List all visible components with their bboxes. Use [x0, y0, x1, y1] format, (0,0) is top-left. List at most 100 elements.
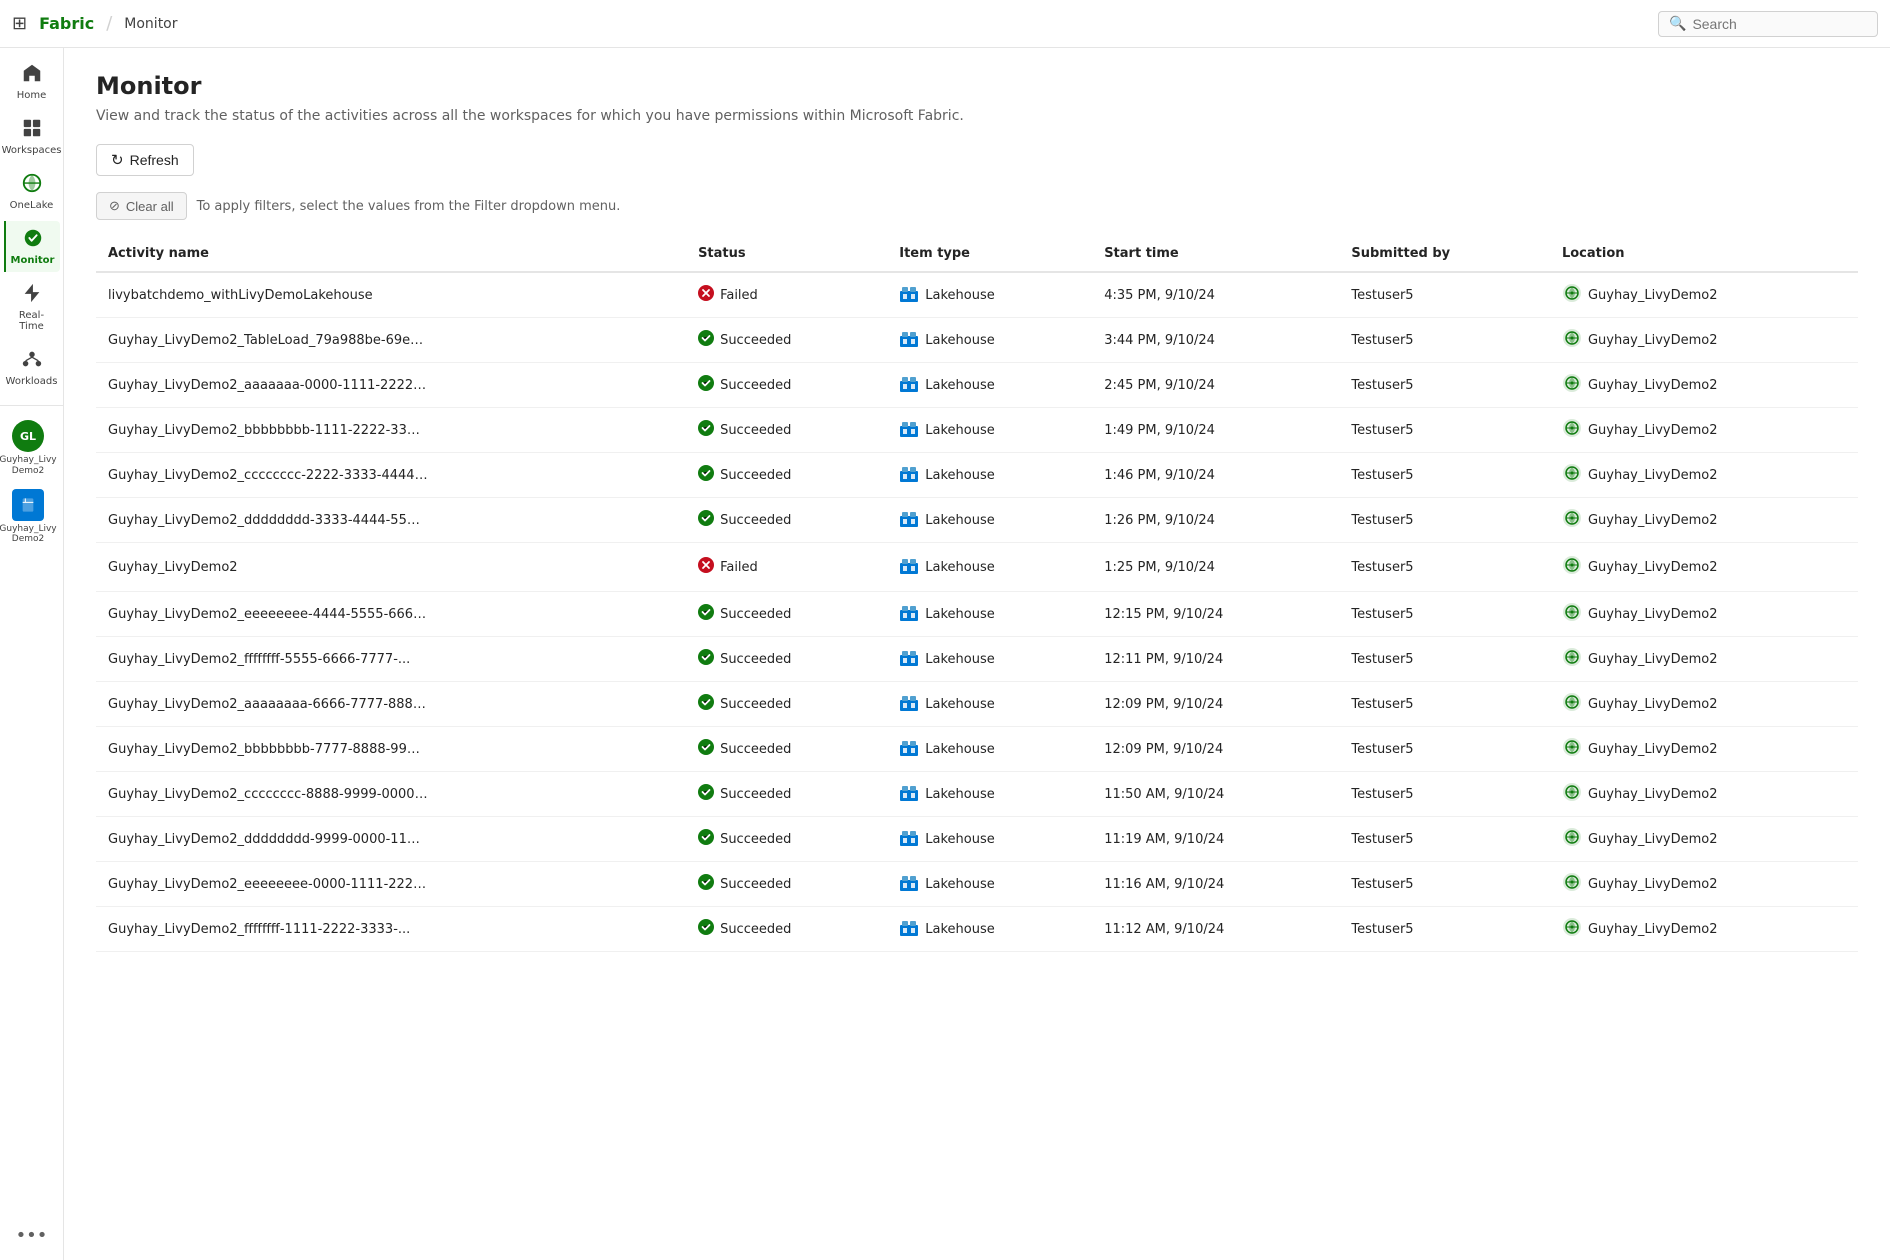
submitted-by-cell: Testuser5 — [1339, 592, 1550, 637]
activity-name[interactable]: Guyhay_LivyDemo2_TableLoad_79a988be-69e6… — [108, 333, 428, 348]
location-cell: Guyhay_LivyDemo2 — [1550, 408, 1858, 453]
location-text: Guyhay_LivyDemo2 — [1588, 513, 1718, 528]
activity-name[interactable]: Guyhay_LivyDemo2_ffffffff-5555-6666-7777… — [108, 652, 410, 667]
item-type-cell: Lakehouse — [887, 727, 1092, 772]
sidebar-item-guyhay-livy-demo2-file[interactable]: Guyhay_Livy Demo2 — [0, 483, 56, 552]
location-text: Guyhay_LivyDemo2 — [1588, 423, 1718, 438]
item-type-cell: Lakehouse — [887, 408, 1092, 453]
sidebar-item-monitor-label: Monitor — [11, 255, 55, 266]
success-icon — [698, 330, 714, 350]
location-text: Guyhay_LivyDemo2 — [1588, 288, 1718, 303]
breadcrumb-separator: / — [106, 13, 112, 34]
status-text: Succeeded — [720, 787, 791, 802]
onelake-icon — [21, 172, 43, 197]
activity-name[interactable]: Guyhay_LivyDemo2_ffffffff-1111-2222-3333… — [108, 922, 410, 937]
realtime-icon — [21, 282, 43, 307]
start-time-cell: 11:50 AM, 9/10/24 — [1092, 772, 1339, 817]
start-time-cell: 1:26 PM, 9/10/24 — [1092, 498, 1339, 543]
toolbar: ↻ Refresh — [96, 144, 1858, 176]
more-actions-button[interactable]: ••• — [276, 556, 301, 578]
table-row: Guyhay_LivyDemo2_eeeeeeee-4444-5555-6666… — [96, 592, 1858, 637]
item-type-cell: Lakehouse — [887, 637, 1092, 682]
location-icon — [1562, 692, 1582, 716]
activity-name-cell: Guyhay_LivyDemo2_dddddddd-9999-0000-1111… — [96, 817, 686, 862]
lakehouse-icon — [899, 328, 919, 352]
clear-all-button[interactable]: ⊘ Clear all — [96, 192, 187, 220]
activity-name[interactable]: Guyhay_LivyDemo2_bbbbbbbb-7777-8888-9999… — [108, 742, 428, 757]
lakehouse-icon — [899, 508, 919, 532]
start-time-cell: 1:49 PM, 9/10/24 — [1092, 408, 1339, 453]
search-icon: 🔍 — [1669, 16, 1686, 32]
status-cell: Succeeded — [686, 862, 887, 907]
submitted-by-cell: Testuser5 — [1339, 772, 1550, 817]
location-text: Guyhay_LivyDemo2 — [1588, 607, 1718, 622]
table-row: Guyhay_LivyDemo2_ffffffff-1111-2222-3333… — [96, 907, 1858, 952]
filter-hint: To apply filters, select the values from… — [197, 199, 621, 214]
sidebar-item-monitor[interactable]: Monitor — [4, 221, 60, 272]
lakehouse-icon — [899, 782, 919, 806]
activity-name[interactable]: Guyhay_LivyDemo2_eeeeeeee-4444-5555-6666… — [108, 607, 428, 622]
status-cell: Succeeded — [686, 907, 887, 952]
activity-name-cell: Guyhay_LivyDemo2_eeeeeeee-4444-5555-6666… — [96, 592, 686, 637]
location-icon — [1562, 463, 1582, 487]
start-time-cell: 11:19 AM, 9/10/24 — [1092, 817, 1339, 862]
location-cell: Guyhay_LivyDemo2 — [1550, 907, 1858, 952]
activity-name[interactable]: livybatchdemo_withLivyDemoLakehouse — [108, 288, 373, 303]
status-cell: Succeeded — [686, 637, 887, 682]
refresh-button[interactable]: ↻ Refresh — [96, 144, 194, 176]
lakehouse-icon — [899, 373, 919, 397]
submitted-by-cell: Testuser5 — [1339, 907, 1550, 952]
info-button[interactable]: ⓘ — [246, 553, 270, 581]
sidebar-workspace-label: Guyhay_Livy Demo2 — [0, 455, 57, 477]
sidebar-item-more[interactable]: ••• — [4, 1219, 60, 1252]
activity-name[interactable]: Guyhay_LivyDemo2_dddddddd-3333-4444-5555… — [108, 513, 428, 528]
location-icon — [1562, 647, 1582, 671]
page-label: Monitor — [124, 16, 177, 32]
filter-icon: ⊘ — [109, 198, 120, 214]
sidebar-item-home[interactable]: Home — [4, 56, 60, 107]
item-type-cell: Lakehouse — [887, 363, 1092, 408]
location-text: Guyhay_LivyDemo2 — [1588, 468, 1718, 483]
lakehouse-icon — [899, 872, 919, 896]
search-input[interactable] — [1692, 16, 1867, 32]
lakehouse-icon — [899, 555, 919, 579]
activity-name[interactable]: Guyhay_LivyDemo2_aaaaaaa-0000-1111-2222-… — [108, 378, 428, 393]
sidebar-item-guyhay-livy-demo2-workspace[interactable]: GL Guyhay_Livy Demo2 — [0, 414, 56, 483]
start-time-cell: 2:45 PM, 9/10/24 — [1092, 363, 1339, 408]
location-cell: Guyhay_LivyDemo2 — [1550, 318, 1858, 363]
item-type-text: Lakehouse — [925, 877, 994, 892]
sidebar-item-workspaces[interactable]: Workspaces — [4, 111, 60, 162]
table-row: Guyhay_LivyDemo2_ffffffff-5555-6666-7777… — [96, 637, 1858, 682]
sidebar-item-onelake[interactable]: OneLake — [4, 166, 60, 217]
grid-icon[interactable]: ⊞ — [12, 13, 27, 34]
item-type-cell: Lakehouse — [887, 862, 1092, 907]
activity-name[interactable]: Guyhay_LivyDemo2_aaaaaaaa-6666-7777-8888… — [108, 697, 428, 712]
filter-bar: ⊘ Clear all To apply filters, select the… — [96, 192, 1858, 220]
activity-name[interactable]: Guyhay_LivyDemo2_eeeeeeee-0000-1111-2222… — [108, 877, 428, 892]
table-row: Guyhay_LivyDemo2_aaaaaaa-0000-1111-2222-… — [96, 363, 1858, 408]
location-text: Guyhay_LivyDemo2 — [1588, 697, 1718, 712]
activity-name-cell: Guyhay_LivyDemo2_aaaaaaaa-6666-7777-8888… — [96, 682, 686, 727]
item-type-text: Lakehouse — [925, 468, 994, 483]
activity-name[interactable]: Guyhay_LivyDemo2_cccccccc-8888-9999-0000… — [108, 787, 428, 802]
lakehouse-icon — [899, 692, 919, 716]
location-text: Guyhay_LivyDemo2 — [1588, 832, 1718, 847]
success-icon — [698, 829, 714, 849]
activity-name[interactable]: Guyhay_LivyDemo2_dddddddd-9999-0000-1111… — [108, 832, 428, 847]
submitted-by-cell: Testuser5 — [1339, 862, 1550, 907]
item-type-text: Lakehouse — [925, 742, 994, 757]
col-location: Location — [1550, 236, 1858, 272]
item-type-text: Lakehouse — [925, 513, 994, 528]
location-icon — [1562, 782, 1582, 806]
search-box[interactable]: 🔍 — [1658, 11, 1878, 37]
activity-name[interactable]: Guyhay_LivyDemo2_bbbbbbbb-1111-2222-3333… — [108, 423, 428, 438]
sidebar-item-realtime[interactable]: Real-Time — [4, 276, 60, 338]
location-cell: Guyhay_LivyDemo2 — [1550, 592, 1858, 637]
activity-name[interactable]: Guyhay_LivyDemo2_cccccccc-2222-3333-4444… — [108, 468, 428, 483]
sidebar-item-workloads[interactable]: Workloads — [4, 342, 60, 393]
activity-name[interactable]: Guyhay_LivyDemo2 — [108, 560, 238, 575]
brand-label: Fabric — [39, 14, 94, 33]
item-type-text: Lakehouse — [925, 560, 994, 575]
status-cell: Succeeded — [686, 682, 887, 727]
status-cell: Failed — [686, 543, 887, 592]
